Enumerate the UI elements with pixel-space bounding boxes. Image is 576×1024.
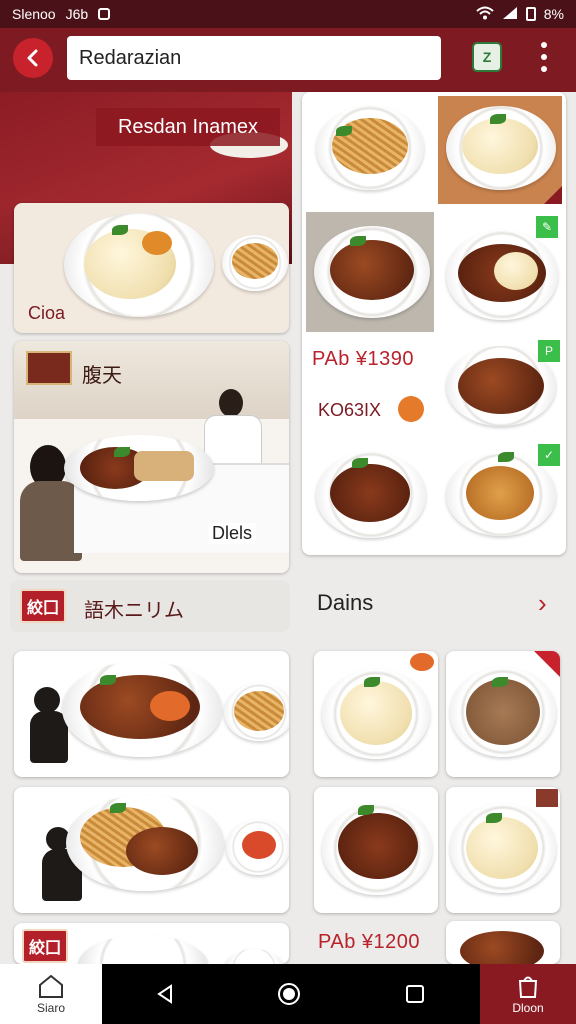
more-options-icon[interactable] [532,42,556,72]
arrow-left-icon [27,49,38,67]
nav-order-button[interactable]: Dloon [480,964,576,1024]
category-banner[interactable]: 絞囗 語木ニリム [10,580,290,632]
menu-item-stirfry[interactable] [306,212,434,332]
clock-icon [398,396,424,422]
chef-silhouette [34,687,60,713]
menu-item-noodles[interactable] [306,96,434,204]
dish-tile-5[interactable] [446,921,560,964]
nav-order-label: Dloon [512,1001,544,1015]
chevron-right-icon[interactable]: › [538,588,547,619]
dish-plate [78,935,208,964]
wifi-icon [476,6,494,23]
status-bar: Slenoo J6b 8% [0,0,576,28]
shield-icon [98,8,111,20]
menu-item-price-card[interactable]: PAb ¥1390 KO63IX [306,336,434,442]
nav-home-label: Siaro [36,1001,65,1015]
price-label-2: PAb ¥1200 [318,931,420,953]
app-shortcut-icon[interactable]: Z [472,42,502,72]
order-bag-icon [518,976,538,998]
menu-item-roast-chicken[interactable]: P [438,336,562,442]
home-circle-icon [278,983,300,1005]
menu-item-rice[interactable] [438,96,562,204]
section-title: Dains [317,590,374,615]
price-tile[interactable]: PAb ¥1200 [314,921,438,964]
menu-item-drumstick[interactable]: ✓ [438,444,562,548]
battery-percent: 8% [543,6,564,22]
restaurant-caption: 腹天 [82,365,122,387]
restaurant-scene-card[interactable]: 腹天 Dlels [14,341,289,573]
sauce-icon [410,653,434,671]
item-code: KO63IX [318,400,382,420]
search-input[interactable]: Redarazian [67,36,441,80]
back-triangle-icon [157,984,172,1004]
menu-item-braised[interactable] [306,444,434,548]
bottom-nav-bar: Siaro Dloon [0,964,576,1024]
diner-person [219,389,243,417]
home-nav-button[interactable] [276,981,302,1007]
search-input-value: Redarazian [79,46,182,69]
back-button[interactable] [13,38,53,78]
menu-grid-panel: ✎ PAb ¥1390 KO63IX P ✓ [302,92,566,555]
corner-flag [534,651,560,677]
tag-icon [536,789,558,807]
dish-card-3[interactable]: 絞囗 [14,923,289,964]
tag-icon: ✓ [538,444,560,466]
tag-icon: ✎ [536,216,558,238]
corner-flag [544,186,562,204]
dish-tile-4[interactable] [446,787,560,913]
nav-home-button[interactable]: Siaro [0,964,102,1024]
back-nav-button[interactable] [152,981,178,1007]
price-label: PAb ¥1390 [312,348,414,370]
dish-card-1[interactable] [14,651,289,777]
recents-square-icon [406,985,424,1003]
dish-tile-1[interactable] [314,651,438,777]
dish-tile-3[interactable] [314,787,438,913]
battery-icon [525,7,536,21]
dish-card-2[interactable] [14,787,289,913]
scene-label: Dlels [208,523,257,544]
dish-tile-2[interactable] [446,651,560,777]
status-carrier: Slenoo [12,6,56,22]
hero-title: Resdan Inamex [96,108,280,146]
app-bar: Redarazian Z [0,28,576,92]
restaurant-sign-icon [26,351,72,385]
category-title: 語木ニリム [84,600,184,622]
home-icon [39,974,63,998]
status-extra: J6b [65,6,89,22]
recents-nav-button[interactable] [402,981,428,1007]
corner-tag: P [538,340,560,362]
featured-dish-card[interactable]: Cioa [14,203,289,333]
dish-badge: 絞囗 [22,929,68,963]
signal-icon [502,6,518,23]
menu-item-chicken-rice[interactable]: ✎ [438,212,562,332]
featured-label: Cioa [28,303,66,323]
category-badge: 絞囗 [20,589,66,623]
